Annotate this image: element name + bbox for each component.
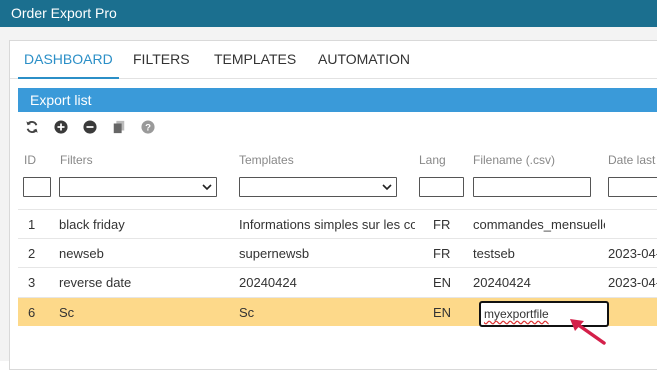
- column-header-lang[interactable]: Lang: [419, 153, 446, 167]
- cell-lang: EN: [433, 275, 452, 290]
- grid-title: Export list: [30, 92, 92, 108]
- cell-filter: newseb: [59, 246, 104, 261]
- cell-template: supernewsb: [239, 246, 310, 261]
- refresh-icon[interactable]: [24, 119, 40, 135]
- cell-lang: FR: [433, 246, 451, 261]
- cell-lang: FR: [433, 217, 451, 232]
- cell-date: 2023-04-: [608, 275, 657, 290]
- date-filter-input[interactable]: [608, 177, 657, 197]
- cell-id: 2: [28, 246, 36, 261]
- filename-edit-value: myexportfile: [484, 307, 549, 321]
- tab-automation[interactable]: AUTOMATION: [318, 41, 410, 79]
- cell-id: 6: [28, 305, 36, 320]
- tab-filters[interactable]: FILTERS: [133, 41, 190, 79]
- lang-filter-input[interactable]: [419, 177, 464, 197]
- cell-template: Sc: [239, 305, 255, 320]
- grid-toolbar: ?: [18, 116, 657, 138]
- annotation-arrow-icon: [570, 319, 606, 345]
- id-filter-input[interactable]: [23, 177, 51, 197]
- cell-filter: black friday: [59, 217, 125, 232]
- column-header-filename[interactable]: Filename (.csv): [473, 153, 555, 167]
- tab-templates[interactable]: TEMPLATES: [214, 41, 296, 79]
- column-header-date-last[interactable]: Date last: [608, 153, 655, 167]
- remove-icon[interactable]: [82, 119, 98, 135]
- app-title: Order Export Pro: [11, 5, 117, 21]
- filters-filter-select[interactable]: [59, 177, 217, 197]
- content-area: DASHBOARD FILTERS TEMPLATES AUTOMATION E…: [0, 27, 657, 370]
- filename-filter-input[interactable]: [473, 177, 591, 197]
- table-row[interactable]: 3 reverse date 20240424 EN 20240424 2023…: [18, 267, 657, 296]
- svg-text:?: ?: [145, 123, 151, 134]
- cell-template: 20240424: [239, 275, 297, 290]
- app-title-bar: Order Export Pro: [0, 0, 657, 27]
- table-row[interactable]: 1 black friday Informations simples sur …: [18, 209, 657, 238]
- add-icon[interactable]: [53, 119, 69, 135]
- cell-filename: testseb: [473, 246, 515, 261]
- column-header-filters[interactable]: Filters: [60, 153, 93, 167]
- templates-filter-select[interactable]: [239, 177, 397, 197]
- help-icon[interactable]: ?: [140, 119, 156, 135]
- cell-date: 2023-04-: [608, 246, 657, 261]
- cell-filter: Sc: [59, 305, 75, 320]
- column-header-templates[interactable]: Templates: [239, 153, 294, 167]
- table-row[interactable]: 2 newseb supernewsb FR testseb 2023-04-: [18, 238, 657, 267]
- tab-dashboard[interactable]: DASHBOARD: [18, 41, 119, 79]
- cell-filename: commandes_mensuelles: [473, 217, 605, 232]
- cell-id: 1: [28, 217, 36, 232]
- cell-id: 3: [28, 275, 36, 290]
- grid-title-bar: Export list: [18, 88, 657, 112]
- tab-bar: DASHBOARD FILTERS TEMPLATES AUTOMATION: [10, 41, 657, 79]
- chevron-down-icon: [382, 184, 392, 191]
- chevron-down-icon: [202, 184, 212, 191]
- copy-icon[interactable]: [111, 119, 127, 135]
- column-header-id[interactable]: ID: [24, 153, 36, 167]
- cell-filter: reverse date: [59, 275, 132, 290]
- cell-lang: EN: [433, 305, 452, 320]
- cell-filename: 20240424: [473, 275, 531, 290]
- cell-template: Informations simples sur les commandes: [239, 217, 415, 232]
